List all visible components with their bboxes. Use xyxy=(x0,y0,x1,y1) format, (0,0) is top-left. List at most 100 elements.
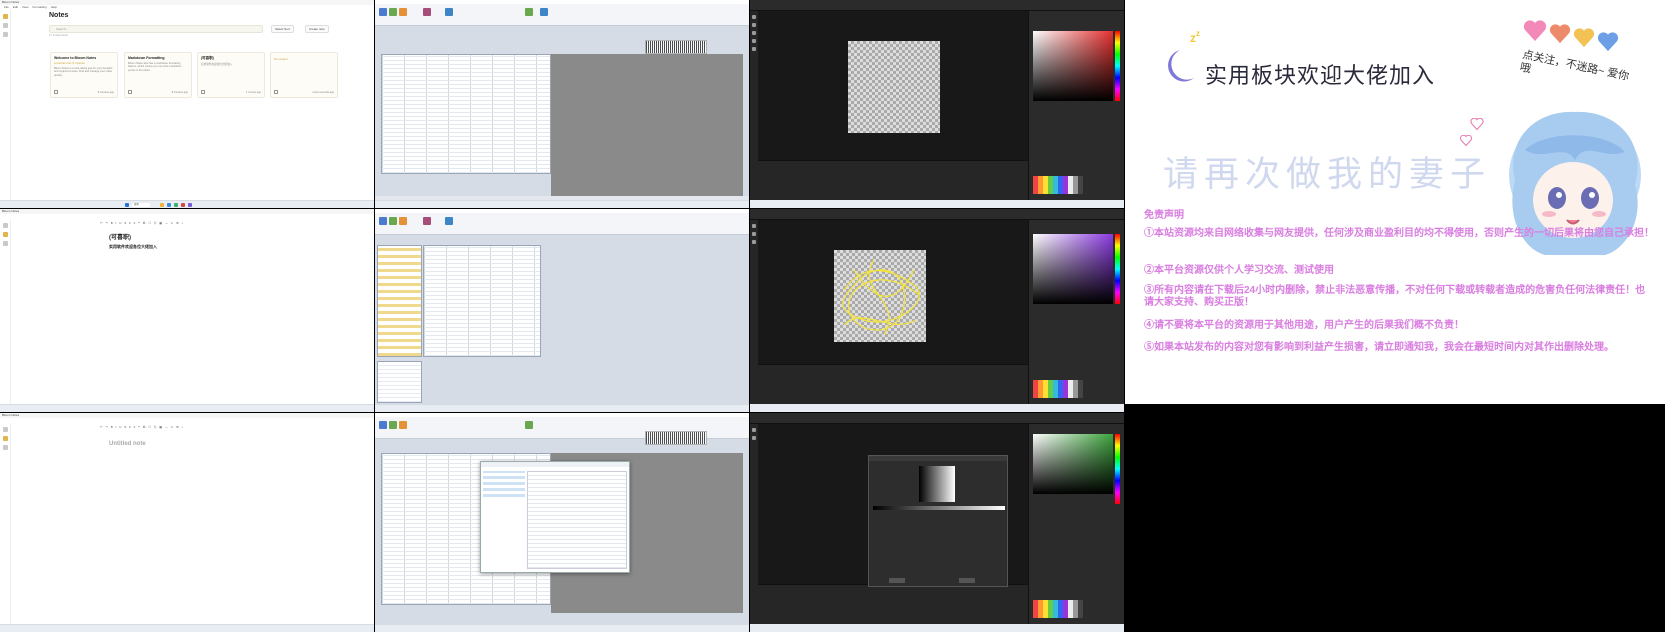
gradient-bar[interactable] xyxy=(873,506,1005,510)
eraser-icon[interactable] xyxy=(752,436,756,440)
start-icon[interactable] xyxy=(125,203,129,207)
app-icon[interactable] xyxy=(174,203,178,207)
dialog[interactable] xyxy=(480,461,630,573)
text-icon[interactable] xyxy=(752,47,756,51)
sort-select[interactable]: Select Sort xyxy=(271,25,294,33)
folder-icon[interactable] xyxy=(3,445,8,450)
app-icon[interactable] xyxy=(181,203,185,207)
folder-icon[interactable] xyxy=(3,32,8,37)
tool-palette[interactable] xyxy=(750,424,758,624)
color-swatches[interactable] xyxy=(1033,600,1083,618)
notes-icon[interactable] xyxy=(3,223,8,228)
ribbon-toolbar[interactable] xyxy=(375,213,749,235)
menu-view[interactable]: View xyxy=(22,5,28,9)
dialog-grid[interactable] xyxy=(527,471,627,569)
new-icon[interactable] xyxy=(379,217,387,225)
color-picker[interactable] xyxy=(1033,234,1113,304)
note-card[interactable]: No content a few seconds ago xyxy=(270,52,338,98)
open-icon[interactable] xyxy=(389,8,397,16)
trash-icon[interactable] xyxy=(201,90,205,94)
brush-icon[interactable] xyxy=(752,428,756,432)
menu-help[interactable]: Help xyxy=(51,5,57,9)
edit-icon[interactable] xyxy=(3,23,8,28)
trash-icon[interactable] xyxy=(274,90,278,94)
open-icon[interactable] xyxy=(389,421,397,429)
taskbar-search[interactable]: 搜索 xyxy=(132,203,150,207)
menu-formatting[interactable]: Formatting xyxy=(32,5,46,9)
menu-file[interactable]: File xyxy=(4,5,9,9)
note-card[interactable]: (可喜职) 实用软件欢迎各位大佬加入 1 minute ago xyxy=(197,52,265,98)
data-grid[interactable] xyxy=(381,54,551,174)
brush-icon[interactable] xyxy=(752,224,756,228)
editor-toolbar[interactable]: ↶ ↷ B I U S ≡ ≡ ❝ ⌘ ☐ ⎘ ▦ — ↵ ⚙ ⌕ xyxy=(100,221,304,226)
paint-menubar[interactable] xyxy=(750,209,1124,220)
color-picker[interactable] xyxy=(1033,31,1113,101)
tool-icon[interactable] xyxy=(423,8,431,16)
trash-icon[interactable] xyxy=(128,90,132,94)
tool-icon[interactable] xyxy=(445,8,453,16)
select-icon[interactable] xyxy=(752,240,756,244)
new-icon[interactable] xyxy=(379,8,387,16)
create-note-button[interactable]: Create note xyxy=(305,25,329,33)
editor-title[interactable]: (可喜职) xyxy=(109,232,131,241)
tool-icon[interactable] xyxy=(540,8,548,16)
canvas-area[interactable] xyxy=(758,220,1028,364)
brush-icon[interactable] xyxy=(752,15,756,19)
properties-panel[interactable] xyxy=(377,361,422,403)
editor-body[interactable]: 实用软件欢迎各位大佬加入 xyxy=(109,244,157,250)
color-swatches[interactable] xyxy=(1033,380,1083,398)
edit-icon[interactable] xyxy=(3,436,8,441)
tool-icon[interactable] xyxy=(525,421,533,429)
paint-menubar[interactable] xyxy=(750,413,1124,424)
tool-icon[interactable] xyxy=(445,217,453,225)
ribbon-toolbar[interactable] xyxy=(375,4,749,26)
note-card-body: Bloom Notes is a note-taking app for you… xyxy=(54,67,113,77)
tool-icon[interactable] xyxy=(525,8,533,16)
app-icon[interactable] xyxy=(188,203,192,207)
select-icon[interactable] xyxy=(752,31,756,35)
tool-icon[interactable] xyxy=(423,217,431,225)
folder-icon[interactable] xyxy=(160,203,164,207)
canvas[interactable] xyxy=(848,41,940,133)
editor-title-placeholder[interactable]: Untitled note xyxy=(109,441,146,447)
taskbar xyxy=(750,200,1124,208)
notes-icon[interactable] xyxy=(3,427,8,432)
cancel-button[interactable] xyxy=(959,578,975,583)
eraser-icon[interactable] xyxy=(752,232,756,236)
hue-slider[interactable] xyxy=(1115,31,1120,101)
notes-icon[interactable] xyxy=(3,14,8,19)
save-icon[interactable] xyxy=(399,421,407,429)
paint-menubar[interactable] xyxy=(750,0,1124,11)
search-input[interactable]: Search... xyxy=(49,25,263,33)
editor-toolbar[interactable]: ↶ ↷ B I U S ≡ ≡ ❝ ⌘ ☐ ⎘ ▦ — ↵ ⚙ ⌕ xyxy=(100,425,304,430)
tree-panel[interactable] xyxy=(377,245,422,357)
layers-panel[interactable] xyxy=(758,160,1028,200)
canvas-area[interactable] xyxy=(758,11,1028,160)
save-icon[interactable] xyxy=(399,8,407,16)
tool-palette[interactable] xyxy=(750,11,758,200)
edit-icon[interactable] xyxy=(3,232,8,237)
folder-icon[interactable] xyxy=(3,241,8,246)
browser-icon[interactable] xyxy=(167,203,171,207)
layers-panel[interactable] xyxy=(758,364,1028,404)
trash-icon[interactable] xyxy=(54,90,58,94)
color-swatches[interactable] xyxy=(1033,176,1083,194)
new-icon[interactable] xyxy=(379,421,387,429)
note-card[interactable]: Markdown Formatting Bloom Notes also has… xyxy=(124,52,192,98)
layers-panel[interactable] xyxy=(758,584,1028,624)
hue-slider[interactable] xyxy=(1115,434,1120,504)
canvas[interactable] xyxy=(834,250,926,342)
hue-slider[interactable] xyxy=(1115,234,1120,304)
color-picker[interactable] xyxy=(1033,434,1113,494)
data-grid[interactable] xyxy=(423,245,541,357)
gradient-dialog[interactable] xyxy=(868,455,1008,587)
menu-edit[interactable]: Edit xyxy=(13,5,18,9)
tool-palette[interactable] xyxy=(750,220,758,404)
open-icon[interactable] xyxy=(389,217,397,225)
eraser-icon[interactable] xyxy=(752,23,756,27)
fill-icon[interactable] xyxy=(752,39,756,43)
save-icon[interactable] xyxy=(399,217,407,225)
ok-button[interactable] xyxy=(889,578,905,583)
dialog-tree[interactable] xyxy=(483,471,525,497)
note-card[interactable]: Welcome to Bloom Notes A tutorial note, … xyxy=(50,52,118,98)
